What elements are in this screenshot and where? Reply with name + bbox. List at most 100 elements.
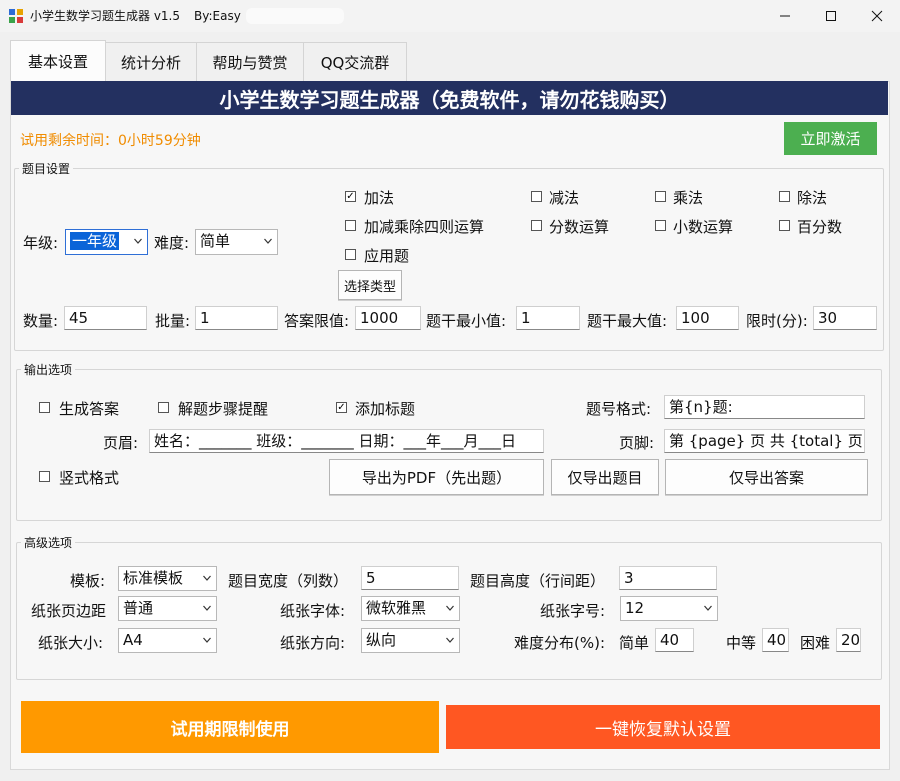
window-title: 小学生数学习题生成器 v1.5 bbox=[30, 9, 181, 23]
difficulty-distribution-label: 难度分布(%): bbox=[514, 634, 606, 652]
number-format-input[interactable]: 第{n}题: bbox=[664, 395, 865, 419]
type-fraction-label: 分数运算 bbox=[549, 218, 610, 236]
answer-limit-label: 答案限值: bbox=[284, 312, 350, 330]
question-height-label: 题目高度（行间距） bbox=[470, 572, 606, 590]
type-fraction-checkbox[interactable] bbox=[531, 220, 542, 231]
batch-label: 批量: bbox=[155, 312, 191, 330]
stem-min-label: 题干最小值: bbox=[426, 312, 507, 330]
type-decimal-checkbox[interactable] bbox=[655, 220, 666, 231]
advanced-options-label: 高级选项 bbox=[21, 534, 76, 551]
export-questions-button[interactable]: 仅导出题目 bbox=[551, 459, 659, 495]
difficulty-select-value: 简单 bbox=[200, 232, 231, 250]
orientation-label: 纸张方向: bbox=[280, 634, 346, 652]
chevron-down-icon bbox=[446, 605, 454, 611]
window-author: By:Easy bbox=[194, 9, 241, 23]
stem-max-label: 题干最大值: bbox=[587, 312, 668, 330]
type-multiplication-label: 乘法 bbox=[673, 189, 704, 207]
export-pdf-button[interactable]: 导出为PDF（先出题） bbox=[329, 459, 544, 495]
template-select-value: 标准模板 bbox=[123, 569, 184, 587]
paper-size-select[interactable]: A4 bbox=[118, 628, 217, 653]
close-icon bbox=[871, 10, 883, 22]
type-multiplication-checkbox[interactable] bbox=[655, 191, 666, 202]
generate-answers-checkbox[interactable] bbox=[39, 402, 50, 413]
difficulty-select[interactable]: 简单 bbox=[195, 229, 278, 255]
step-hints-checkbox[interactable] bbox=[158, 402, 169, 413]
type-word-problem-checkbox[interactable] bbox=[345, 249, 356, 260]
footer-input[interactable]: 第 {page} 页 共 {total} 页 bbox=[664, 429, 865, 453]
generate-answers-label: 生成答案 bbox=[59, 400, 120, 418]
easy-percent-input[interactable]: 40 bbox=[655, 628, 694, 652]
type-percent-label: 百分数 bbox=[797, 218, 843, 236]
difficulty-label: 难度: bbox=[154, 234, 190, 252]
count-input[interactable]: 45 bbox=[64, 306, 147, 330]
type-subtraction-checkbox[interactable] bbox=[531, 191, 542, 202]
margin-select[interactable]: 普通 bbox=[118, 596, 217, 621]
tab-basic-settings[interactable]: 基本设置 bbox=[10, 40, 106, 82]
tab-help-donate[interactable]: 帮助与赞赏 bbox=[196, 42, 304, 81]
activate-button[interactable]: 立即激活 bbox=[784, 122, 877, 155]
paper-font-select[interactable]: 微软雅黑 bbox=[361, 596, 460, 621]
header-input[interactable]: 姓名：_______ 班级：_______ 日期：___年___月___日 bbox=[149, 429, 544, 453]
medium-percent-input[interactable]: 40 bbox=[762, 628, 789, 652]
chevron-down-icon bbox=[203, 637, 211, 643]
chevron-down-icon bbox=[203, 575, 211, 581]
type-four-operations-checkbox[interactable] bbox=[345, 220, 356, 231]
grade-label: 年级: bbox=[23, 234, 59, 252]
type-four-operations-label: 加减乘除四则运算 bbox=[364, 218, 485, 236]
hard-label: 困难 bbox=[800, 634, 831, 652]
chevron-down-icon bbox=[134, 238, 142, 244]
orientation-select-value: 纵向 bbox=[366, 631, 397, 649]
time-limit-label: 限时(分): bbox=[746, 312, 808, 330]
paper-font-size-select[interactable]: 12 bbox=[620, 596, 718, 621]
close-button[interactable] bbox=[854, 0, 900, 32]
template-label: 模板: bbox=[70, 572, 106, 590]
type-addition-checkbox[interactable]: ✓ bbox=[345, 191, 356, 202]
margin-select-value: 普通 bbox=[123, 599, 154, 617]
count-label: 数量: bbox=[23, 312, 59, 330]
output-options-label: 输出选项 bbox=[21, 361, 76, 378]
paper-font-size-select-value: 12 bbox=[625, 599, 645, 617]
vertical-format-checkbox[interactable] bbox=[39, 471, 50, 482]
add-title-label: 添加标题 bbox=[355, 400, 416, 418]
select-type-button[interactable]: 选择类型 bbox=[338, 270, 402, 300]
add-title-checkbox[interactable]: ✓ bbox=[336, 402, 347, 413]
paper-font-label: 纸张字体: bbox=[280, 602, 346, 620]
vertical-format-label: 竖式格式 bbox=[59, 469, 120, 487]
question-width-label: 题目宽度（列数） bbox=[228, 572, 349, 590]
template-select[interactable]: 标准模板 bbox=[118, 566, 217, 591]
tab-qq-group[interactable]: QQ交流群 bbox=[303, 42, 407, 81]
batch-input[interactable]: 1 bbox=[195, 306, 278, 330]
question-width-input[interactable]: 5 bbox=[361, 566, 459, 590]
type-subtraction-label: 减法 bbox=[549, 189, 580, 207]
hard-percent-input[interactable]: 20 bbox=[836, 628, 861, 652]
trial-remaining-text: 试用剩余时间：0小时59分钟 bbox=[20, 133, 201, 149]
type-division-label: 除法 bbox=[797, 189, 828, 207]
grade-select[interactable]: 一年级 bbox=[65, 229, 148, 255]
margin-label: 纸张页边距 bbox=[31, 602, 107, 620]
maximize-button[interactable] bbox=[808, 0, 854, 32]
paper-size-select-value: A4 bbox=[123, 631, 143, 649]
stem-max-input[interactable]: 100 bbox=[676, 306, 739, 330]
export-answers-button[interactable]: 仅导出答案 bbox=[665, 459, 868, 495]
tab-statistics[interactable]: 统计分析 bbox=[105, 42, 197, 81]
minimize-icon bbox=[780, 15, 790, 17]
chevron-down-icon bbox=[446, 637, 454, 643]
minimize-button[interactable] bbox=[762, 0, 808, 32]
type-division-checkbox[interactable] bbox=[779, 191, 790, 202]
type-percent-checkbox[interactable] bbox=[779, 220, 790, 231]
footer-label: 页脚: bbox=[619, 434, 655, 452]
chevron-down-icon bbox=[264, 238, 272, 244]
maximize-icon bbox=[826, 11, 836, 21]
stem-min-input[interactable]: 1 bbox=[516, 306, 580, 330]
time-limit-input[interactable]: 30 bbox=[813, 306, 877, 330]
orientation-select[interactable]: 纵向 bbox=[361, 628, 460, 653]
paper-size-label: 纸张大小: bbox=[38, 634, 104, 652]
question-height-input[interactable]: 3 bbox=[619, 566, 717, 590]
trial-limited-button[interactable]: 试用期限制使用 bbox=[21, 701, 439, 753]
medium-label: 中等 bbox=[726, 634, 757, 652]
question-settings-label: 题目设置 bbox=[19, 160, 74, 177]
reset-defaults-button[interactable]: 一键恢复默认设置 bbox=[446, 705, 880, 749]
answer-limit-input[interactable]: 1000 bbox=[355, 306, 421, 330]
type-word-problem-label: 应用题 bbox=[364, 247, 410, 265]
banner: 小学生数学习题生成器（免费软件，请勿花钱购买） bbox=[11, 81, 888, 115]
